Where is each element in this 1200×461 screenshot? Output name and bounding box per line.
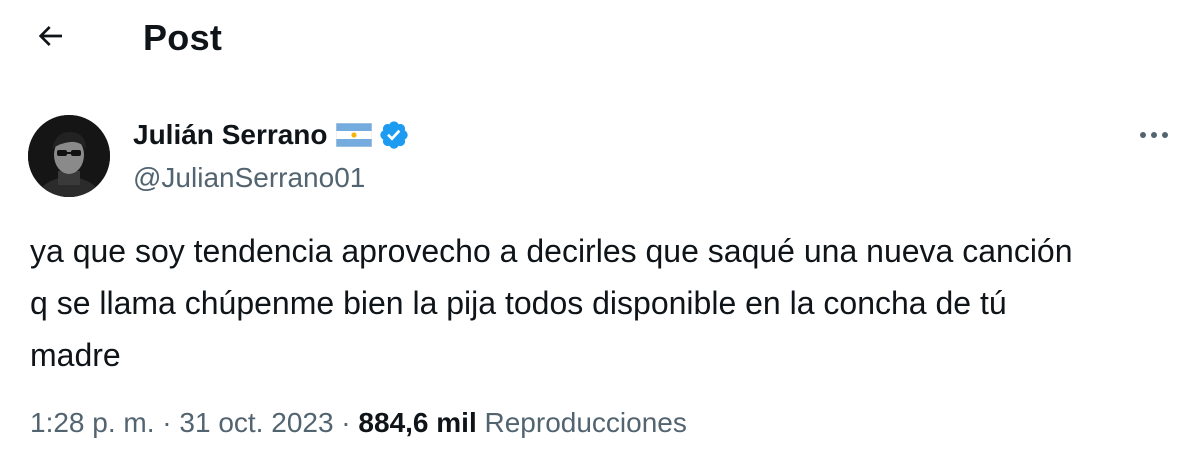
tweet-text: ya que soy tendencia aprovecho a decirle… <box>30 233 1073 373</box>
author-name-row: Julián Serrano <box>133 117 410 153</box>
more-options-button[interactable] <box>1134 120 1174 150</box>
argentina-flag-icon <box>335 122 372 148</box>
verified-badge-icon[interactable] <box>378 119 410 151</box>
meta-separator: · <box>333 407 359 438</box>
page-header: Post <box>0 0 1200 80</box>
back-button[interactable] <box>30 18 70 58</box>
more-dots-icon <box>1139 126 1169 144</box>
page-title: Post <box>143 17 223 58</box>
avatar[interactable] <box>28 115 110 197</box>
author-handle[interactable]: @JulianSerrano01 <box>133 160 365 196</box>
arrow-left-icon <box>34 20 66 57</box>
post-page: Post Julián Serrano @JulianSerrano01 ya … <box>0 0 1200 461</box>
tweet-date[interactable]: 31 oct. 2023 <box>179 407 333 438</box>
views-label: Reproducciones <box>484 407 687 438</box>
tweet-time[interactable]: 1:28 p. m. <box>30 407 155 438</box>
meta-separator: · <box>154 407 180 438</box>
tweet-meta: 1:28 p. m. · 31 oct. 2023 · 884,6 mil Re… <box>30 403 687 443</box>
views-count: 884,6 mil <box>358 407 477 438</box>
author-name[interactable]: Julián Serrano <box>133 117 328 153</box>
